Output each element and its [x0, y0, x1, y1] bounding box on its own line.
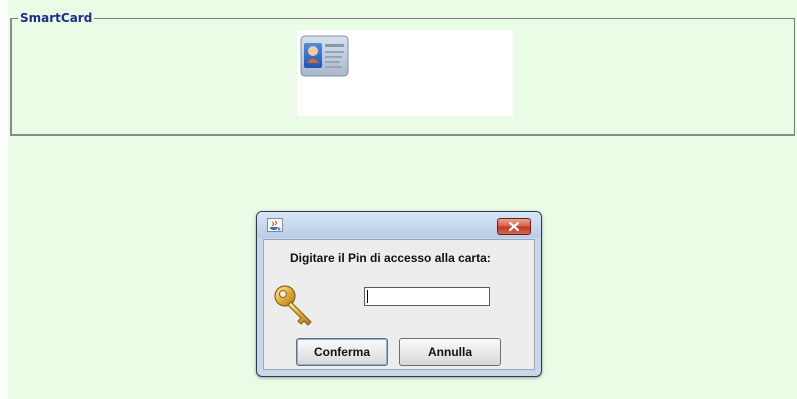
pin-input[interactable]: [364, 287, 490, 306]
pin-prompt-label: Digitare il Pin di accesso alla carta:: [290, 251, 491, 265]
id-card-icon: [300, 35, 349, 77]
key-icon: [274, 285, 312, 326]
close-button[interactable]: [497, 218, 531, 235]
pin-dialog: Digitare il Pin di accesso alla carta: C…: [256, 211, 542, 377]
java-app-icon: [267, 218, 283, 232]
dialog-titlebar[interactable]: [257, 212, 541, 238]
close-icon: [508, 221, 520, 232]
confirm-button[interactable]: Conferma: [296, 338, 388, 366]
smartcard-legend: SmartCard: [18, 10, 95, 26]
cancel-button[interactable]: Annulla: [399, 338, 501, 366]
text-caret: [367, 290, 368, 303]
dialog-body: Digitare il Pin di accesso alla carta: C…: [263, 239, 535, 370]
